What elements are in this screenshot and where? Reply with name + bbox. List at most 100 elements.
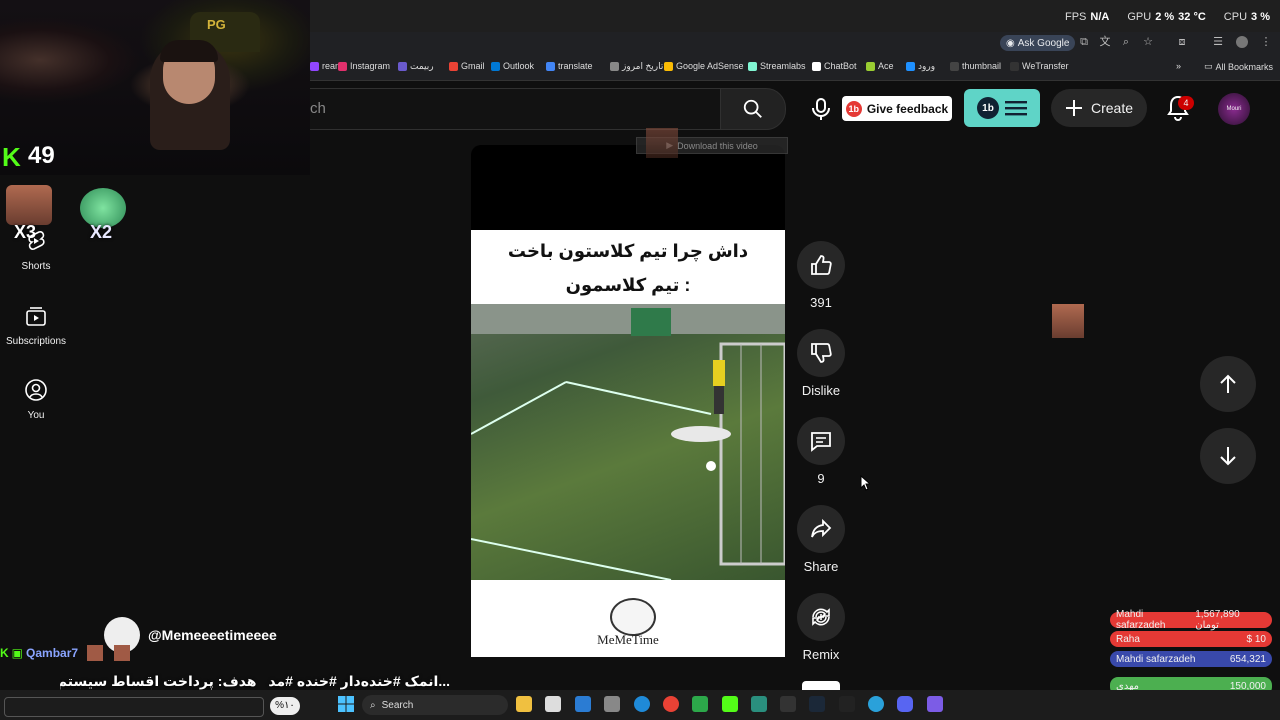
ask-google-button[interactable]: ◉ Ask Google bbox=[1000, 35, 1076, 51]
pitch-drawing bbox=[471, 304, 785, 580]
gpu-temp: 32 °C bbox=[1178, 11, 1206, 23]
kick-badge-icon: K bbox=[0, 646, 9, 660]
troll-face-icon bbox=[610, 598, 656, 636]
video-hashtags[interactable]: ...انمک #خنده‌دار #خنده #مد هدف: پرداخت … bbox=[60, 673, 450, 690]
search-button[interactable] bbox=[720, 88, 786, 130]
give-feedback-button[interactable]: 1b Give feedback bbox=[842, 96, 952, 121]
percent-badge: %۱۰ bbox=[270, 697, 300, 715]
video-caption: داش چرا تیم کلاستون باخت تیم کلاسمون : bbox=[471, 230, 785, 304]
comments-button[interactable]: 9 bbox=[797, 417, 845, 486]
bookmark-label: WeTransfer bbox=[1022, 61, 1069, 71]
file-explorer-icon[interactable] bbox=[516, 696, 532, 712]
search-icon bbox=[743, 99, 762, 118]
download-label: Download this video bbox=[677, 140, 758, 151]
voice-search-button[interactable] bbox=[802, 90, 840, 128]
bookmark-item[interactable]: thumbnail bbox=[950, 61, 1001, 71]
bookmark-star-icon[interactable]: ☆ bbox=[1142, 36, 1154, 48]
google-lens-icon: ◉ bbox=[1006, 37, 1015, 49]
store-icon[interactable] bbox=[545, 696, 561, 712]
taskbar-search-label: Search bbox=[381, 699, 414, 711]
donation-row: Mahdi safarzadeh 1,567,890 تومان bbox=[1110, 609, 1272, 631]
chat-message: K ▣ Qambar7 bbox=[0, 645, 131, 661]
bookmark-item[interactable]: ورود bbox=[906, 61, 935, 72]
reading-list-icon[interactable]: ☰ bbox=[1212, 36, 1224, 48]
kick-app-icon[interactable] bbox=[722, 696, 738, 712]
steam-icon[interactable] bbox=[809, 696, 825, 712]
create-label: Create bbox=[1090, 100, 1134, 116]
remix-icon bbox=[812, 608, 830, 626]
emote-image bbox=[1052, 304, 1084, 338]
bookmark-item[interactable]: ربیمت bbox=[398, 61, 434, 72]
bookmark-item[interactable]: translate bbox=[546, 61, 593, 71]
nav-subscriptions[interactable]: Subscriptions bbox=[0, 305, 72, 347]
subscriptions-icon bbox=[26, 307, 46, 326]
extension-menu-button[interactable]: 1b bbox=[964, 89, 1040, 127]
user-circle-icon bbox=[25, 379, 47, 401]
all-bookmarks[interactable]: ▭ All Bookmarks bbox=[1204, 61, 1273, 72]
viewer-count: 49 bbox=[28, 142, 55, 169]
edge-icon[interactable] bbox=[634, 696, 650, 712]
emote-image bbox=[114, 645, 131, 661]
install-icon[interactable]: ⧉ bbox=[1078, 36, 1090, 48]
create-button[interactable]: Create bbox=[1051, 89, 1147, 127]
nav-you-label: You bbox=[27, 410, 45, 421]
outlook-icon[interactable] bbox=[575, 696, 591, 712]
extensions-icon[interactable]: ⧈ bbox=[1176, 36, 1188, 48]
bookmark-label: ربیمت bbox=[410, 61, 434, 71]
sub-badge-icon: ▣ bbox=[11, 646, 24, 660]
zoom-icon[interactable]: ⌕ bbox=[1120, 36, 1132, 48]
translate-icon[interactable]: 文 bbox=[1099, 36, 1111, 48]
capcut-icon[interactable] bbox=[780, 696, 796, 712]
bookmark-label: translate bbox=[558, 61, 593, 71]
emote-image bbox=[87, 645, 104, 661]
bookmark-item[interactable]: Gmail bbox=[449, 61, 485, 71]
menu-icon[interactable]: ⋮ bbox=[1260, 36, 1272, 48]
input-box[interactable] bbox=[4, 697, 264, 717]
search-placeholder: ch bbox=[310, 100, 326, 117]
donor-name: Raha bbox=[1116, 633, 1140, 645]
discord-icon[interactable] bbox=[897, 696, 913, 712]
telegram-icon[interactable] bbox=[868, 696, 884, 712]
bookmark-favicon-icon bbox=[491, 61, 500, 71]
bookmark-label: Google AdSense bbox=[676, 61, 744, 71]
epic-games-icon[interactable] bbox=[839, 696, 855, 712]
bookmark-item[interactable]: ChatBot bbox=[812, 61, 857, 71]
bookmark-item[interactable]: Outlook bbox=[491, 61, 534, 71]
next-video-button[interactable] bbox=[1200, 428, 1256, 484]
account-avatar[interactable]: Mouri bbox=[1218, 93, 1250, 125]
performance-overlay: FPS N/A GPU 2 % 32 °C CPU 3 % bbox=[1065, 11, 1270, 23]
share-button[interactable]: Share bbox=[797, 505, 845, 574]
bookmarks-overflow-icon[interactable]: » bbox=[1176, 61, 1181, 71]
app-icon[interactable] bbox=[927, 696, 943, 712]
nav-you[interactable]: You bbox=[0, 379, 72, 421]
bookmark-item[interactable]: Ace bbox=[866, 61, 894, 71]
nav-shorts[interactable]: Shorts bbox=[0, 230, 72, 272]
address-bar[interactable] bbox=[310, 32, 1280, 54]
windows-start-button[interactable] bbox=[338, 696, 354, 717]
thumbs-down-icon bbox=[811, 343, 832, 363]
remix-button[interactable]: Remix bbox=[797, 593, 845, 662]
donation-row: Mahdi safarzadeh 654,321 bbox=[1110, 651, 1272, 667]
bookmark-item[interactable]: Google AdSense bbox=[664, 61, 744, 71]
channel-handle[interactable]: @Memeeeetimeeee bbox=[148, 627, 277, 643]
bookmark-item[interactable]: Streamlabs bbox=[748, 61, 806, 71]
search-input[interactable] bbox=[300, 88, 721, 130]
bookmark-item[interactable]: Instagram bbox=[338, 61, 390, 71]
search-icon: ⌕ bbox=[370, 699, 376, 711]
fps-value: N/A bbox=[1090, 11, 1110, 23]
previous-video-button[interactable] bbox=[1200, 356, 1256, 412]
taskbar-search[interactable]: ⌕ Search bbox=[362, 695, 508, 715]
chrome-icon[interactable] bbox=[663, 696, 679, 712]
bookmark-label: تاریخ امروز bbox=[622, 61, 664, 71]
bookmark-item[interactable]: WeTransfer bbox=[1010, 61, 1069, 71]
profile-icon[interactable] bbox=[1236, 36, 1248, 48]
like-button[interactable]: 391 bbox=[797, 241, 845, 310]
sound-thumbnail[interactable] bbox=[802, 681, 840, 690]
bookmark-item[interactable]: تاریخ امروز bbox=[610, 61, 663, 72]
gpu-value: 2 % bbox=[1155, 11, 1175, 23]
dislike-button[interactable]: Dislike bbox=[797, 329, 845, 398]
app-icon[interactable] bbox=[692, 696, 708, 712]
bookmark-label: ChatBot bbox=[824, 61, 857, 71]
settings-icon[interactable] bbox=[604, 696, 620, 712]
app-icon[interactable] bbox=[751, 696, 767, 712]
